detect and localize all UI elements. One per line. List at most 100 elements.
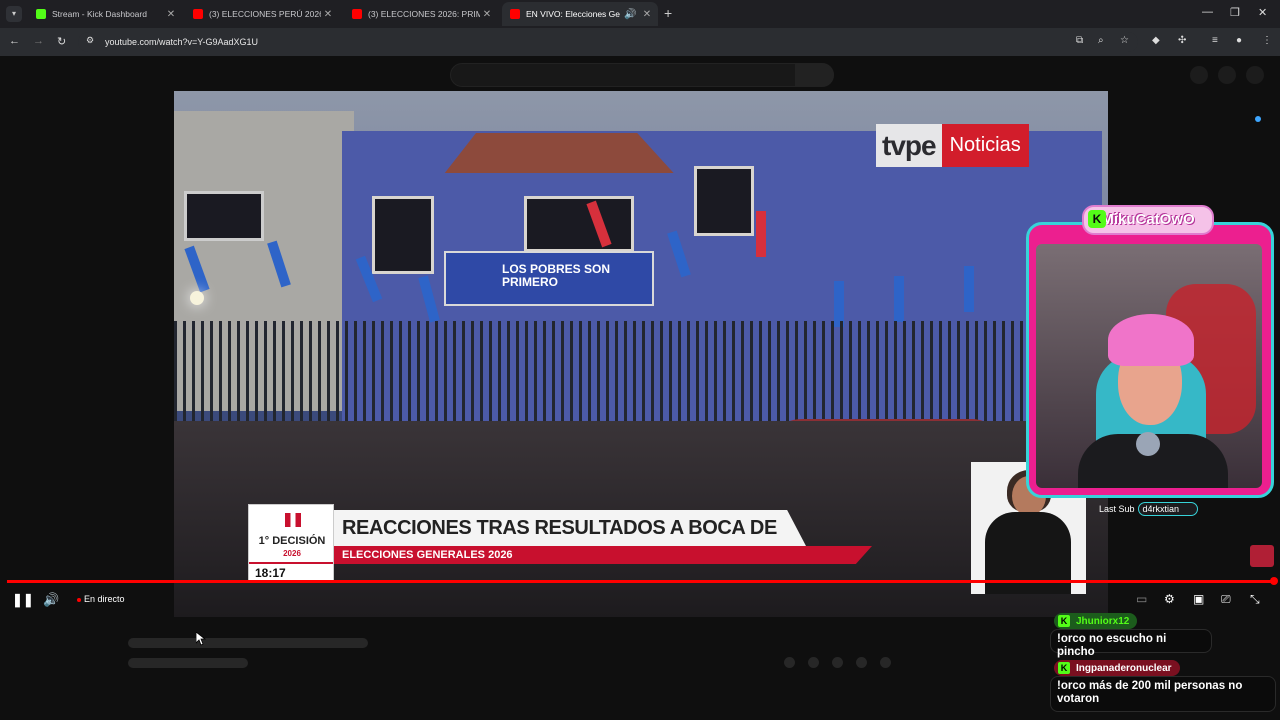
- volume-icon[interactable]: 🔊: [43, 592, 59, 608]
- close-tab-icon[interactable]: ✕: [480, 9, 494, 20]
- youtube-favicon-icon: [510, 9, 520, 19]
- chat-message: !orco más de 200 mil personas no votaron: [1050, 676, 1276, 712]
- tab-elecciones-primera[interactable]: (3) ELECCIONES 2026: PRIMERA ✕: [344, 2, 498, 26]
- last-sub-value: d4rkxtian: [1137, 502, 1199, 516]
- search-input[interactable]: [450, 63, 834, 87]
- extensions-puzzle-icon[interactable]: ✣: [1178, 35, 1186, 46]
- tab-search-icon[interactable]: ▾: [6, 6, 22, 22]
- browser-tab-bar: ▾ Stream - Kick Dashboard ✕ (3) ELECCION…: [0, 0, 1280, 28]
- tab-title: Stream - Kick Dashboard: [52, 9, 147, 19]
- cast-icon[interactable]: ⎚: [1221, 592, 1231, 607]
- decision-word: DECISIÓN: [272, 535, 326, 547]
- overlay-badge: [1250, 545, 1274, 567]
- close-tab-icon[interactable]: ✕: [164, 9, 178, 20]
- decision-brand: 1° DECISIÓN: [253, 535, 331, 547]
- channel-logo: tvpe Noticias: [876, 124, 1029, 167]
- audio-playing-icon[interactable]: 🔊: [624, 9, 636, 20]
- youtube-favicon-icon: [352, 9, 362, 19]
- last-sub-widget: Last Sub d4rkxtian: [1096, 501, 1199, 517]
- live-status[interactable]: En directo: [84, 594, 125, 604]
- subtitle-skeleton: [128, 658, 248, 668]
- news-headline: REACCIONES TRAS RESULTADOS A BOCA DE URN…: [334, 510, 806, 546]
- video-scene-flag: [894, 276, 904, 322]
- tab-en-vivo[interactable]: EN VIVO: Elecciones Ge 🔊 ✕: [502, 2, 658, 26]
- fullscreen-icon[interactable]: ⤡: [1250, 592, 1260, 607]
- webcam-feed: [1036, 244, 1262, 488]
- chat-message-text: !orco no escucho ni pincho: [1057, 633, 1167, 658]
- video-scene-fence: [174, 321, 1108, 431]
- action-skeleton: [856, 657, 867, 668]
- site-info-icon[interactable]: ⚙: [86, 35, 94, 46]
- extension-icon[interactable]: ◆: [1152, 35, 1160, 46]
- video-player[interactable]: LOS POBRES SON PRIMERO tvpe Noticias 1° …: [174, 91, 1108, 617]
- last-sub-label: Last Sub: [1099, 504, 1135, 514]
- channel-logo-tvpe: tvpe: [876, 124, 942, 167]
- action-skeleton: [784, 657, 795, 668]
- browser-nav-bar: ← → ↻ ⚙ youtube.com/watch?v=Y-G9AadXG1U …: [0, 28, 1280, 56]
- tab-title: (3) ELECCIONES PERÚ 2026 - El: [209, 9, 321, 19]
- install-app-icon[interactable]: ⧉: [1076, 35, 1083, 46]
- video-scene-window: [372, 196, 434, 274]
- minimize-icon[interactable]: —: [1202, 6, 1213, 18]
- close-tab-icon[interactable]: ✕: [321, 9, 335, 20]
- action-skeleton: [880, 657, 891, 668]
- notifications-icon[interactable]: [1218, 66, 1236, 84]
- action-skeleton: [832, 657, 843, 668]
- youtube-favicon-icon: [193, 9, 203, 19]
- account-avatar[interactable]: [1246, 66, 1264, 84]
- title-skeleton: [128, 638, 368, 648]
- settings-gear-icon[interactable]: ⚙: [1164, 592, 1175, 606]
- video-scene-window: [524, 196, 634, 252]
- decision-logo: 1° DECISIÓN 2026 18:17: [248, 504, 334, 582]
- create-icon[interactable]: [1190, 66, 1208, 84]
- tab-title: (3) ELECCIONES 2026: PRIMERA: [368, 9, 480, 19]
- zoom-icon[interactable]: ⌕: [1098, 35, 1104, 46]
- video-scene-window: [694, 166, 754, 236]
- subtitles-icon[interactable]: ▭: [1136, 592, 1147, 606]
- chat-user-text: Ingpanaderonuclear: [1076, 662, 1172, 674]
- kick-logo-icon: K: [1088, 210, 1106, 228]
- peru-flag-icon: [285, 513, 301, 527]
- bookmark-star-icon[interactable]: ☆: [1120, 35, 1129, 46]
- reload-icon[interactable]: ↻: [57, 35, 66, 48]
- microphone-icon: [1136, 432, 1160, 456]
- video-scene-banner: LOS POBRES SON PRIMERO: [444, 251, 654, 306]
- webcam-streamer-cap: [1108, 314, 1194, 366]
- banner-text: LOS POBRES SON PRIMERO: [502, 262, 611, 289]
- mouse-cursor-icon: [195, 631, 207, 651]
- url-text[interactable]: youtube.com/watch?v=Y-G9AadXG1U: [105, 37, 258, 47]
- video-scene-window: [184, 191, 264, 241]
- decision-prefix: 1°: [258, 535, 270, 547]
- miniplayer-icon[interactable]: ▣: [1193, 592, 1204, 606]
- maximize-icon[interactable]: ❐: [1230, 6, 1240, 19]
- news-lower-third: 1° DECISIÓN 2026 18:17 REACCIONES TRAS R…: [248, 504, 872, 584]
- video-scene-lamp: [190, 291, 204, 305]
- video-scene-flag: [964, 266, 974, 312]
- live-indicator-dot: [77, 598, 81, 602]
- progress-scrubber[interactable]: [1270, 577, 1278, 585]
- chat-message: !orco no escucho ni pincho: [1050, 629, 1212, 658]
- pause-icon[interactable]: ❚❚: [12, 592, 34, 608]
- menu-kebab-icon[interactable]: ⋮: [1262, 35, 1272, 46]
- new-tab-icon[interactable]: +: [664, 5, 672, 21]
- tab-elecciones-peru[interactable]: (3) ELECCIONES PERÚ 2026 - El ✕: [185, 2, 339, 26]
- decision-year: 2026: [283, 549, 301, 558]
- close-window-icon[interactable]: ✕: [1258, 6, 1267, 19]
- broadcast-time: 18:17: [249, 562, 333, 582]
- close-tab-icon[interactable]: ✕: [640, 9, 654, 20]
- media-controls-icon[interactable]: ≡: [1212, 35, 1218, 46]
- forward-icon[interactable]: →: [33, 35, 44, 47]
- video-scene-flag: [756, 211, 766, 257]
- kick-favicon-icon: [36, 9, 46, 19]
- tab-kick-dashboard[interactable]: Stream - Kick Dashboard ✕: [28, 2, 182, 26]
- search-button[interactable]: [795, 63, 834, 87]
- channel-logo-noticias: Noticias: [941, 124, 1029, 167]
- chat-message-text: !orco más de 200 mil personas no votaron: [1057, 680, 1243, 705]
- action-skeleton: [808, 657, 819, 668]
- chat-username: K Jhuniorx12: [1054, 613, 1138, 629]
- chat-username: K Ingpanaderonuclear: [1054, 660, 1180, 676]
- back-icon[interactable]: ←: [9, 35, 20, 47]
- progress-bar[interactable]: [7, 580, 1273, 583]
- tab-title: EN VIVO: Elecciones Ge: [526, 9, 621, 19]
- profile-avatar-icon[interactable]: ●: [1236, 35, 1242, 46]
